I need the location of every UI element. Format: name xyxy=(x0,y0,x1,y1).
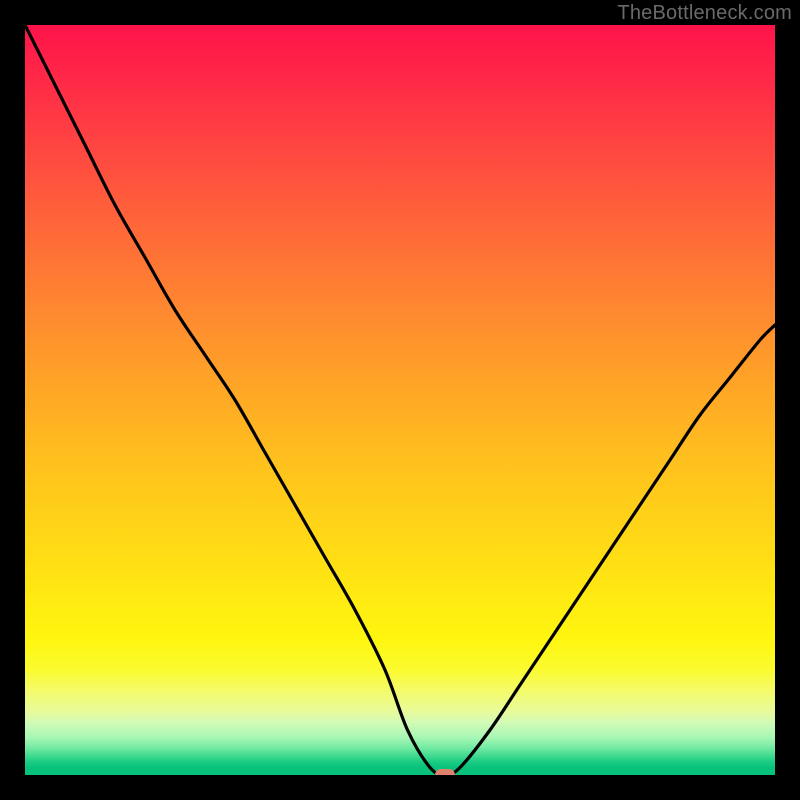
bottleneck-curve xyxy=(25,25,775,775)
chart-frame: TheBottleneck.com xyxy=(0,0,800,800)
curve-line xyxy=(25,25,775,775)
watermark-text: TheBottleneck.com xyxy=(617,2,792,25)
plot-area xyxy=(25,25,775,775)
minimum-marker xyxy=(435,769,455,775)
